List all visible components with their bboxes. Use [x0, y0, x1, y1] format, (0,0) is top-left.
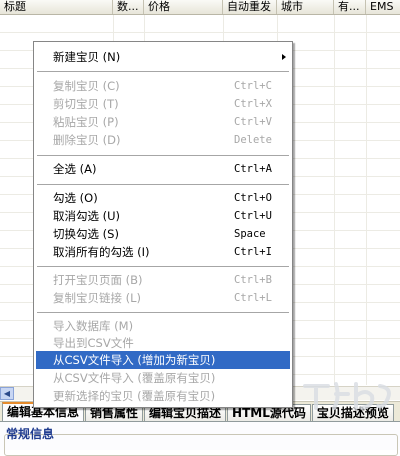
menu-item-paste-item[interactable]: 粘贴宝贝 (P) Ctrl+V	[36, 113, 290, 131]
menu-item-shortcut: Ctrl+I	[234, 246, 272, 258]
menu-item-shortcut: Delete	[234, 134, 272, 146]
menu-item-import-csv-overwrite[interactable]: 从CSV文件导入 (覆盖原有宝贝)	[36, 369, 290, 387]
context-menu: 新建宝贝 (N) 复制宝贝 (C) Ctrl+C 剪切宝贝 (T) Ctrl+X…	[33, 41, 293, 408]
menu-item-label: 粘贴宝贝 (P)	[53, 115, 119, 129]
column-header: 标题 数... 价格 自动重发 城市 有... EMS	[0, 0, 400, 15]
menu-item-copy-item[interactable]: 复制宝贝 (C) Ctrl+C	[36, 77, 290, 95]
menu-item-check[interactable]: 勾选 (O) Ctrl+O	[36, 189, 290, 207]
menu-item-label: 导入数据库 (M)	[53, 319, 134, 333]
menu-item-shortcut: Ctrl+L	[234, 292, 272, 304]
menu-item-label: 打开宝贝页面 (B)	[53, 273, 143, 287]
menu-item-shortcut: Ctrl+V	[234, 116, 272, 128]
menu-item-import-csv-new[interactable]: 从CSV文件导入 (增加为新宝贝)	[36, 351, 290, 369]
menu-item-shortcut: Ctrl+U	[234, 210, 272, 222]
watermark-logo	[303, 382, 391, 410]
menu-item-label: 勾选 (O)	[53, 191, 98, 205]
menu-item-open-item-page[interactable]: 打开宝贝页面 (B) Ctrl+B	[36, 271, 290, 289]
column-auto-repost[interactable]: 自动重发	[223, 0, 277, 14]
menu-item-label: 从CSV文件导入 (覆盖原有宝贝)	[53, 371, 216, 385]
menu-item-label: 新建宝贝 (N)	[53, 50, 121, 64]
menu-item-label: 更新选择的宝贝 (覆盖原有宝贝)	[53, 389, 216, 403]
basic-info-panel: 常规信息	[0, 421, 400, 456]
menu-item-label: 复制宝贝 (C)	[53, 79, 120, 93]
menu-separator	[37, 266, 289, 267]
column-title[interactable]: 标题	[0, 0, 113, 14]
menu-item-shortcut: Space	[234, 228, 266, 240]
menu-item-shortcut: Ctrl+C	[234, 80, 272, 92]
column-price[interactable]: 价格	[144, 0, 223, 14]
column-city[interactable]: 城市	[277, 0, 334, 14]
menu-item-copy-item-link[interactable]: 复制宝贝链接 (L) Ctrl+L	[36, 289, 290, 307]
menu-item-label: 取消所有的勾选 (I)	[53, 245, 150, 259]
menu-item-toggle-check[interactable]: 切换勾选 (S) Space	[36, 225, 290, 243]
menu-item-label: 剪切宝贝 (T)	[53, 97, 119, 111]
menu-item-select-all[interactable]: 全选 (A) Ctrl+A	[36, 160, 290, 178]
column-ems[interactable]: EMS	[366, 0, 400, 14]
menu-item-update-selected[interactable]: 更新选择的宝贝 (覆盖原有宝贝)	[36, 387, 290, 405]
menu-item-import-database[interactable]: 导入数据库 (M)	[36, 317, 290, 335]
menu-item-label: 导出到CSV文件	[53, 336, 134, 350]
menu-item-label: 从CSV文件导入 (增加为新宝贝)	[53, 353, 216, 367]
general-info-group	[4, 434, 398, 456]
menu-item-label: 取消勾选 (U)	[53, 209, 121, 223]
menu-item-cut-item[interactable]: 剪切宝贝 (T) Ctrl+X	[36, 95, 290, 113]
menu-item-shortcut: Ctrl+X	[234, 98, 272, 110]
column-quantity[interactable]: 数...	[113, 0, 144, 14]
menu-item-label: 切换勾选 (S)	[53, 227, 119, 241]
menu-item-shortcut: Ctrl+B	[234, 274, 272, 286]
menu-item-label: 全选 (A)	[53, 162, 97, 176]
submenu-arrow-icon	[282, 54, 286, 60]
menu-item-label: 删除宝贝 (D)	[53, 133, 121, 147]
menu-item-label: 复制宝贝链接 (L)	[53, 291, 142, 305]
menu-item-uncheck-all[interactable]: 取消所有的勾选 (I) Ctrl+I	[36, 243, 290, 261]
menu-separator	[37, 312, 289, 313]
scroll-left-icon[interactable]: ◀	[0, 387, 14, 400]
menu-separator	[37, 71, 289, 72]
section-title: 常规信息	[6, 427, 55, 441]
menu-item-shortcut: Ctrl+A	[234, 163, 272, 175]
menu-item-uncheck[interactable]: 取消勾选 (U) Ctrl+U	[36, 207, 290, 225]
menu-separator	[37, 184, 289, 185]
menu-item-delete-item[interactable]: 删除宝贝 (D) Delete	[36, 131, 290, 149]
menu-item-shortcut: Ctrl+O	[234, 192, 272, 204]
menu-item-export-csv[interactable]: 导出到CSV文件	[36, 334, 290, 352]
column-has[interactable]: 有...	[334, 0, 366, 14]
menu-separator	[37, 155, 289, 156]
menu-item-new-item[interactable]: 新建宝贝 (N)	[36, 48, 290, 66]
